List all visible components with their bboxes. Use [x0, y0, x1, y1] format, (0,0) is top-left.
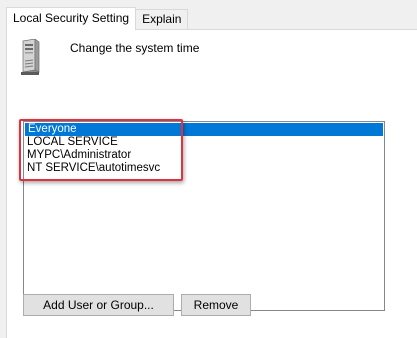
- add-user-or-group-button[interactable]: Add User or Group...: [23, 294, 174, 316]
- tab-page-local-security-setting: Change the system time Everyone LOCAL SE…: [6, 29, 417, 338]
- remove-button[interactable]: Remove: [181, 294, 251, 316]
- properties-dialog: Local Security Setting Explain Change th…: [0, 0, 417, 338]
- list-item-local-service[interactable]: LOCAL SERVICE: [24, 136, 384, 149]
- tab-local-security-setting[interactable]: Local Security Setting: [6, 7, 137, 30]
- list-item-everyone[interactable]: Everyone: [25, 123, 383, 136]
- list-item-autotimesvc[interactable]: NT SERVICE\autotimesvc: [24, 162, 384, 175]
- tab-strip: Local Security Setting Explain: [6, 7, 189, 30]
- policy-title: Change the system time: [70, 41, 200, 55]
- computer-tower-icon: [19, 38, 41, 75]
- users-listbox[interactable]: Everyone LOCAL SERVICE MYPC\Administrato…: [23, 121, 385, 311]
- tab-explain[interactable]: Explain: [135, 9, 189, 29]
- list-item-administrator[interactable]: MYPC\Administrator: [24, 149, 384, 162]
